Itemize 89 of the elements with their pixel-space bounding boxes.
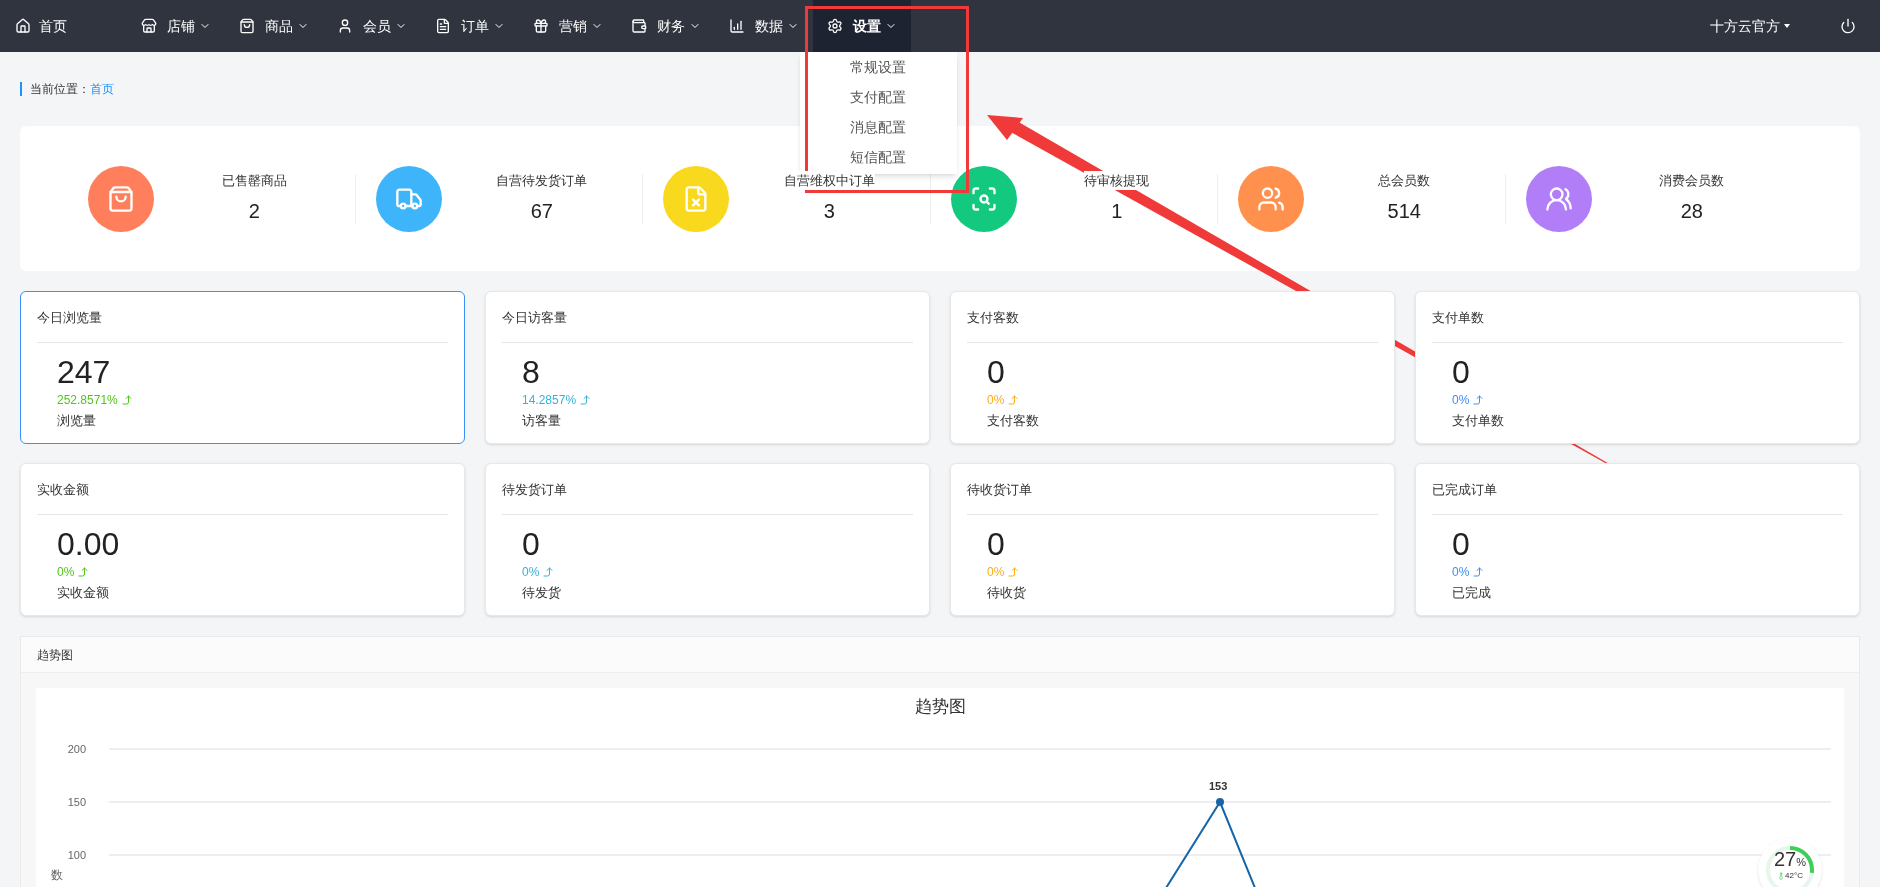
nav-menu-item[interactable]: 商品 (225, 0, 323, 52)
metric-caption: 待发货 (522, 583, 561, 602)
change-percent: 14.2857% (522, 390, 592, 409)
stat-value: 3 (823, 199, 835, 225)
chart-title: 趋势图 (914, 696, 966, 718)
change-percent: 0% (1452, 562, 1485, 581)
metric-caption: 浏览量 (57, 411, 96, 430)
document-icon (435, 18, 451, 34)
up-arrow-icon (542, 565, 555, 578)
y-tick-label: 150 (66, 795, 86, 810)
stat-value: 1 (1111, 199, 1123, 225)
metric-caption: 支付客数 (987, 411, 1039, 430)
up-arrow-icon (120, 393, 133, 406)
up-arrow-icon (579, 393, 592, 406)
up-arrow-icon (77, 565, 90, 578)
dropdown-item[interactable]: 消息配置 (800, 112, 957, 142)
users-icon (1257, 184, 1285, 213)
store-icon (141, 18, 157, 34)
metric-caption: 待收货 (987, 583, 1026, 602)
magnifier-icon (969, 184, 998, 213)
metric-value: 8 (522, 352, 540, 391)
up-arrow-icon (1007, 393, 1020, 406)
y-tick-label: 200 (66, 742, 86, 757)
power-icon[interactable] (1840, 18, 1856, 34)
card-title: 已完成订单 (1432, 480, 1843, 515)
metric-value: 0 (1452, 352, 1470, 391)
change-percent: 252.8571% (57, 390, 133, 409)
card-title: 支付单数 (1432, 308, 1843, 343)
metric-caption: 访客量 (522, 411, 561, 430)
metric-value: 0 (522, 524, 540, 563)
user-menu[interactable]: 十方云官方 (1710, 15, 1790, 37)
thermometer-icon (1777, 872, 1786, 880)
dropdown-item[interactable]: 短信配置 (800, 142, 957, 172)
nav-menu-item[interactable]: 设置 (813, 0, 911, 52)
cpu-percent: 27 (1774, 848, 1797, 870)
up-arrow-icon (1007, 565, 1020, 578)
up-arrow-icon (1472, 393, 1485, 406)
home-link[interactable]: 首页 (15, 15, 67, 37)
panel-title: 趋势图 (37, 646, 73, 664)
stat-label: 待审核提现 (1084, 170, 1150, 191)
card-title: 待发货订单 (502, 480, 913, 515)
stat-value: 28 (1680, 199, 1703, 225)
change-percent: 0% (987, 390, 1020, 409)
metric-value: 0.00 (57, 524, 120, 563)
card-title: 今日浏览量 (37, 308, 448, 343)
up-arrow-icon (1472, 565, 1485, 578)
nav-menu-item[interactable]: 财务 (617, 0, 715, 52)
change-percent: 0% (987, 562, 1020, 581)
nav-menu-item[interactable]: 营销 (519, 0, 617, 52)
card-title: 今日访客量 (502, 308, 913, 343)
bar-chart-icon (729, 18, 745, 34)
metric-value: 0 (987, 352, 1005, 391)
metric-value: 0 (987, 524, 1005, 563)
breadcrumb-label: 当前位置： (30, 81, 90, 98)
dropdown-item[interactable]: 常规设置 (800, 52, 957, 82)
bag-icon (107, 184, 135, 213)
stat-label: 自营维权中订单 (783, 170, 875, 191)
gift-icon (533, 18, 549, 34)
settings-icon (827, 18, 843, 34)
users-icon (1544, 184, 1573, 213)
metric-value: 0 (1452, 524, 1470, 563)
change-percent: 0% (57, 562, 90, 581)
y-axis-label: 数 (51, 867, 63, 884)
card-title: 待收货订单 (967, 480, 1378, 515)
metric-value: 247 (57, 352, 111, 391)
change-percent: 0% (522, 562, 555, 581)
card-title: 支付客数 (967, 308, 1378, 343)
change-percent: 0% (1452, 390, 1485, 409)
stat-value: 67 (530, 199, 553, 225)
user-icon (337, 18, 353, 34)
metric-caption: 支付单数 (1452, 411, 1504, 430)
data-point (1216, 798, 1224, 806)
nav-menu-item[interactable]: 会员 (323, 0, 421, 52)
metric-caption: 已完成 (1452, 583, 1491, 602)
dropdown-item[interactable]: 支付配置 (800, 82, 957, 112)
percent-unit: % (1796, 856, 1806, 870)
nav-menu-item[interactable]: 店铺 (127, 0, 225, 52)
card-title: 实收金额 (37, 480, 448, 515)
metric-caption: 实收金额 (57, 583, 109, 602)
nav-menu-item[interactable]: 数据 (715, 0, 813, 52)
y-tick-label: 100 (66, 848, 86, 863)
caret-icon (1784, 24, 1790, 28)
temperature: 42°C (1785, 870, 1803, 882)
stat-value: 514 (1387, 199, 1421, 225)
bag-icon (239, 18, 255, 34)
nav-menu-item[interactable]: 订单 (421, 0, 519, 52)
home-icon (15, 18, 31, 34)
stat-value: 2 (248, 199, 260, 225)
data-label: 153 (1209, 779, 1228, 794)
